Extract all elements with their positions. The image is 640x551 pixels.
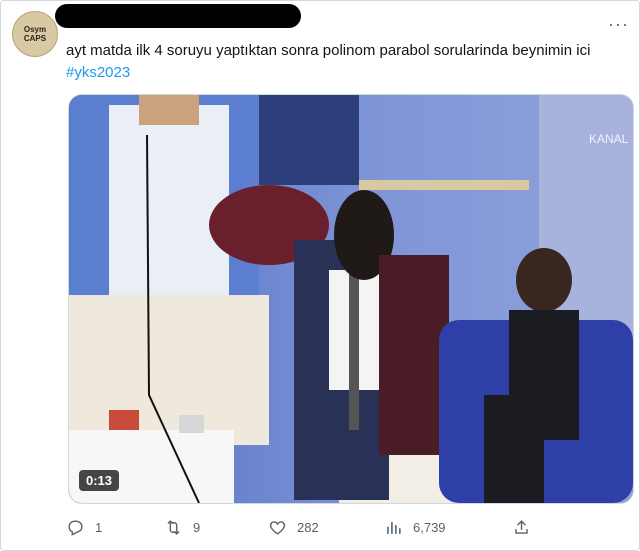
views-count: 6,739 xyxy=(413,519,446,535)
share-button[interactable] xyxy=(512,512,541,542)
video-duration: 0:13 xyxy=(79,470,120,491)
reply-button[interactable]: 1 xyxy=(66,512,102,542)
avatar[interactable]: Osym CAPS xyxy=(12,11,58,57)
views-icon xyxy=(387,521,401,534)
retweet-count: 9 xyxy=(193,519,201,535)
channel-watermark: KANAL xyxy=(589,132,629,146)
reply-count: 1 xyxy=(95,519,103,535)
more-icon[interactable]: ··· xyxy=(608,14,629,35)
action-bar: 1 9 282 6,739 xyxy=(66,512,626,542)
video-frame: KANAL xyxy=(69,95,633,503)
avatar-text: Osym CAPS xyxy=(23,25,47,43)
redacted-username xyxy=(55,4,301,28)
retweet-button[interactable]: 9 xyxy=(164,512,200,542)
tweet-body: ayt matda ilk 4 soruyu yaptıktan sonra p… xyxy=(66,42,591,59)
like-button[interactable]: 282 xyxy=(268,512,319,542)
share-icon xyxy=(515,519,528,534)
like-icon xyxy=(269,520,286,535)
hashtag-link[interactable]: #yks2023 xyxy=(66,64,130,81)
tweet-text: ayt matda ilk 4 soruyu yaptıktan sonra p… xyxy=(66,40,606,84)
reply-icon xyxy=(68,519,83,536)
video-player[interactable]: KANAL 0:13 xyxy=(68,94,634,504)
retweet-icon xyxy=(167,519,180,535)
views-button[interactable]: 6,739 xyxy=(384,512,446,542)
like-count: 282 xyxy=(297,519,319,535)
